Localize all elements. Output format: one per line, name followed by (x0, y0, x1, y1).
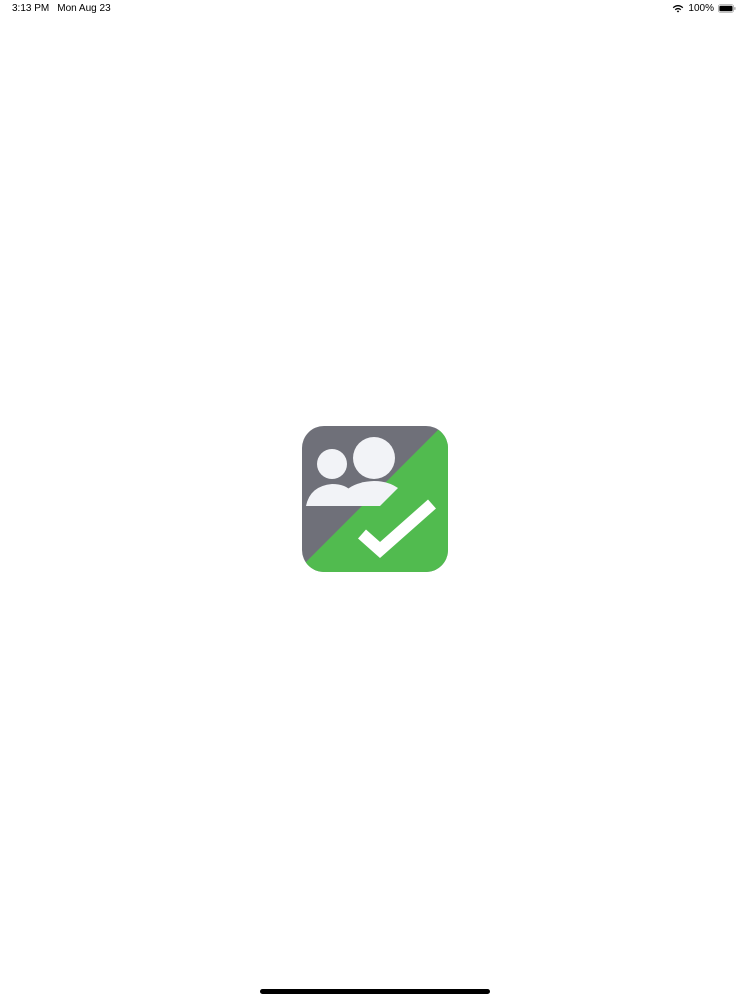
status-bar-right: 100% (672, 3, 736, 14)
wifi-icon (673, 4, 684, 12)
status-bar-left: 3:13 PM Mon Aug 23 (12, 3, 111, 14)
large-person-head (353, 437, 395, 479)
status-bar: 3:13 PM Mon Aug 23 100% (0, 0, 750, 20)
battery-percent: 100% (688, 3, 714, 14)
splash-screen: 3:13 PM Mon Aug 23 100% (0, 0, 750, 1000)
home-indicator[interactable] (260, 989, 490, 994)
status-date: Mon Aug 23 (57, 3, 111, 14)
small-person-head (317, 449, 347, 479)
group-attendance-check-icon (302, 426, 448, 572)
battery-full-icon (718, 4, 736, 13)
status-time: 3:13 PM (12, 3, 50, 14)
